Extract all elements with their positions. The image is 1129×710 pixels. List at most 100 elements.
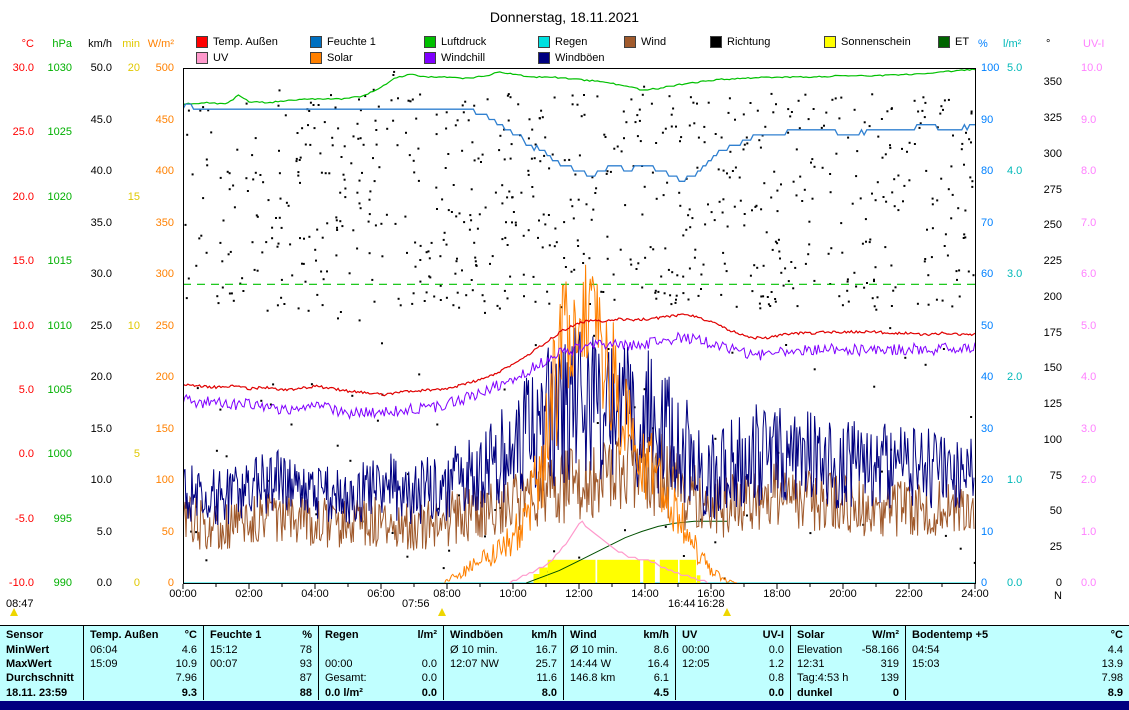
stats-cell-value: -58.166 xyxy=(862,644,899,656)
stats-cell-value: 13.9 xyxy=(1102,658,1123,670)
stats-cell-label: dunkel xyxy=(797,687,832,699)
stats-cell-value: 6.1 xyxy=(654,672,669,684)
stats-cell: 88 xyxy=(203,685,318,700)
stats-cell xyxy=(318,643,443,657)
stats-cell-value: 0 xyxy=(893,687,899,699)
stats-cell: 12:31 319 xyxy=(790,657,905,671)
stats-cell: 00:00 0.0 xyxy=(318,657,443,671)
stats-sensor-name: Solar xyxy=(797,629,825,641)
stats-cell: 87 xyxy=(203,671,318,685)
stats-cell-value: 9.3 xyxy=(182,687,197,699)
stats-sensor-name: Windböen xyxy=(450,629,503,641)
sun-rise-icon xyxy=(10,608,18,616)
stats-cell-label: 00:00 xyxy=(682,644,710,656)
stats-cell: 9.3 xyxy=(83,685,203,700)
stats-cell-label: 15:12 xyxy=(210,644,238,656)
stats-cell-label: Ø 10 min. xyxy=(450,644,498,656)
stats-cell-label: 14:44 W xyxy=(570,658,611,670)
stats-cell-value: 11.6 xyxy=(536,672,557,684)
stats-cell-value: 4.5 xyxy=(654,687,669,699)
stats-sensor-unit: km/h xyxy=(643,629,669,641)
stats-cell-value: 4.6 xyxy=(182,644,197,656)
weather-chart-screen: Donnerstag, 18.11.2021 Temp. AußenFeucht… xyxy=(0,0,1129,710)
stats-cell-label: 00:07 xyxy=(210,658,238,670)
stats-cell: 15:0910.9 xyxy=(83,657,203,671)
stats-cell: Tag:4:53 h139 xyxy=(790,671,905,685)
stats-cell-label: 04:54 xyxy=(912,644,940,656)
stats-cell-value: 0.0 xyxy=(422,658,437,670)
stats-sensor-name: Bodentemp +5 xyxy=(912,629,988,641)
stats-cell-value: 16.7 xyxy=(536,644,557,656)
stats-header-cell: Feuchte 1% xyxy=(203,626,318,643)
stats-cell-value: 16.4 xyxy=(648,658,669,670)
stats-cell: 7.96 xyxy=(83,671,203,685)
stats-cell: 0.0 xyxy=(675,685,790,700)
stats-cell-value: 8.6 xyxy=(654,644,669,656)
stats-cell-value: 0.0 xyxy=(422,672,437,684)
stats-row-header: Sensor xyxy=(0,626,83,643)
stats-header-cell: Regen l/m² xyxy=(318,626,443,643)
stats-cell: 00:00 0.0 xyxy=(675,643,790,657)
stats-cell: Elevation -58.166 xyxy=(790,643,905,657)
marker-evening-time-1: 16:44 xyxy=(668,598,696,610)
stats-cell: 15:12 78 xyxy=(203,643,318,657)
stats-cell-value: 0.0 xyxy=(769,644,784,656)
stats-cell: 14:44 W 16.4 xyxy=(563,657,675,671)
stats-sensor-unit: l/m² xyxy=(417,629,437,641)
stats-cell: 4.5 xyxy=(563,685,675,700)
stats-cell: 00:07 93 xyxy=(203,657,318,671)
stats-cell-value: 1.2 xyxy=(769,658,784,670)
stats-cell-label: Ø 10 min. xyxy=(570,644,618,656)
stats-cell-label: Gesamt: xyxy=(325,672,367,684)
footer-bar xyxy=(0,701,1129,710)
stats-cell: 12:07 NW25.7 xyxy=(443,657,563,671)
stats-cell-value: 0.0 xyxy=(769,687,784,699)
stats-sensor-name: Regen xyxy=(325,629,359,641)
stats-header-cell: Bodentemp +5 °C xyxy=(905,626,1129,643)
stats-sensor-name: Wind xyxy=(570,629,597,641)
stats-cell: 0.0 l/m²0.0 xyxy=(318,685,443,700)
stats-cell-value: 7.98 xyxy=(1102,672,1123,684)
stats-cell: 8.0 xyxy=(443,685,563,700)
stats-cell-value: 319 xyxy=(881,658,899,670)
stats-header-cell: UVUV-I xyxy=(675,626,790,643)
marker-sunset-time: 16:28 xyxy=(697,598,725,610)
sunset-marker-icon xyxy=(723,608,731,616)
stats-sensor-unit: % xyxy=(302,629,312,641)
stats-sensor-unit: °C xyxy=(1111,629,1123,641)
sunrise-marker-icon xyxy=(438,608,446,616)
stats-cell-label: 06:04 xyxy=(90,644,118,656)
stats-cell-value: 93 xyxy=(300,658,312,670)
stats-cell-label: 12:05 xyxy=(682,658,710,670)
stats-header-cell: SolarW/m² xyxy=(790,626,905,643)
stats-cell: 12:05 1.2 xyxy=(675,657,790,671)
stats-cell-value: 7.96 xyxy=(176,672,197,684)
stats-cell-value: 10.9 xyxy=(176,658,197,670)
stats-cell: 0.8 xyxy=(675,671,790,685)
stats-cell: Ø 10 min. 8.6 xyxy=(563,643,675,657)
sun-time-markers: 08:47 07:56 16:44 16:28 xyxy=(0,0,1129,710)
stats-sensor-unit: km/h xyxy=(531,629,557,641)
stats-sensor-name: Temp. Außen xyxy=(90,629,158,641)
statistics-table: SensorTemp. Außen°CFeuchte 1%Regenl/m²Wi… xyxy=(0,625,1129,701)
stats-cell: Ø 10 min. 16.7 xyxy=(443,643,563,657)
stats-cell: 04:544.4 xyxy=(905,643,1129,657)
stats-cell-value: 78 xyxy=(300,644,312,656)
stats-cell-value: 8.9 xyxy=(1108,687,1123,699)
stats-row-label: Durchschnitt xyxy=(0,671,83,685)
stats-cell-value: 87 xyxy=(300,672,312,684)
stats-sensor-name: Feuchte 1 xyxy=(210,629,261,641)
stats-cell-label: 12:31 xyxy=(797,658,825,670)
stats-header-cell: Temp. Außen°C xyxy=(83,626,203,643)
stats-cell: Gesamt: 0.0 xyxy=(318,671,443,685)
stats-cell: 15:0313.9 xyxy=(905,657,1129,671)
stats-cell: 7.98 xyxy=(905,671,1129,685)
stats-cell: dunkel 0 xyxy=(790,685,905,700)
stats-cell-label: 00:00 xyxy=(325,658,353,670)
stats-header-cell: Windböen km/h xyxy=(443,626,563,643)
stats-cell: 11.6 xyxy=(443,671,563,685)
stats-cell: 06:04 4.6 xyxy=(83,643,203,657)
stats-cell-label: Elevation xyxy=(797,644,842,656)
stats-cell-value: 8.0 xyxy=(542,687,557,699)
stats-cell-value: 0.0 xyxy=(422,687,437,699)
